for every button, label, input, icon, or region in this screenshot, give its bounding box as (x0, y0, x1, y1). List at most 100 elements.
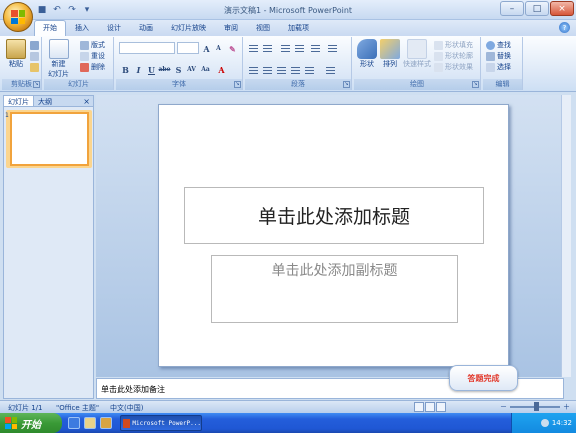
vertical-scrollbar[interactable] (561, 95, 571, 377)
slides-panel: 幻灯片 大纲 × 1 (3, 95, 94, 399)
new-slide-button[interactable]: 新建 幻灯片 (48, 39, 69, 79)
zoom-out-icon[interactable]: － (500, 402, 507, 412)
font-color-button[interactable]: A (216, 64, 227, 75)
strikethrough-button[interactable]: abe (159, 64, 171, 75)
help-icon[interactable]: ? (559, 22, 570, 33)
network-icon[interactable] (540, 419, 549, 427)
decrease-indent-icon[interactable] (280, 43, 291, 53)
tab-animations[interactable]: 动画 (130, 20, 162, 36)
office-button[interactable] (3, 2, 33, 32)
char-spacing-button[interactable]: AV (186, 64, 197, 75)
sorter-view-icon[interactable] (425, 402, 435, 412)
bold-button[interactable]: B (120, 64, 131, 75)
bullets-icon[interactable] (248, 43, 259, 53)
justify-icon[interactable] (290, 65, 301, 75)
window-controls: – □ × (500, 1, 574, 16)
clear-format-icon[interactable]: ✎ (227, 43, 238, 54)
increase-indent-icon[interactable] (294, 43, 305, 53)
font-name-select[interactable] (119, 42, 175, 54)
text-direction-icon[interactable] (327, 43, 338, 53)
select-icon (486, 62, 495, 72)
taskbar: 开始 Microsoft PowerP... 14:32 (0, 413, 576, 433)
tab-view[interactable]: 视图 (247, 20, 279, 36)
shadow-button[interactable]: S (173, 64, 184, 75)
underline-button[interactable]: U (146, 64, 157, 75)
italic-button[interactable]: I (133, 64, 144, 75)
drawing-group: 形状 排列 快速样式 形状填充 形状轮廓 形状效果 绘图 ↘ (354, 37, 481, 90)
answer-complete-badge[interactable]: 答题完成 (449, 365, 518, 391)
customize-icon[interactable]: ▾ (81, 4, 93, 16)
arrange-button[interactable]: 排列 (380, 39, 400, 69)
font-launcher-icon[interactable]: ↘ (234, 81, 241, 88)
zoom-knob[interactable] (534, 402, 539, 411)
paragraph-launcher-icon[interactable]: ↘ (343, 81, 350, 88)
layout-icon (80, 40, 89, 50)
align-left-icon[interactable] (248, 65, 259, 75)
delete-label: 删除 (91, 63, 105, 71)
shrink-font-button[interactable]: A (213, 43, 224, 54)
editing-group-label: 编辑 (483, 79, 522, 90)
layout-label: 版式 (91, 41, 105, 49)
folder-icon[interactable] (100, 417, 112, 429)
align-center-icon[interactable] (262, 65, 273, 75)
ie-icon[interactable] (68, 417, 80, 429)
cut-icon[interactable] (30, 41, 39, 50)
drawing-launcher-icon[interactable]: ↘ (472, 81, 479, 88)
title-placeholder[interactable]: 单击此处添加标题 (184, 187, 484, 244)
panel-close-icon[interactable]: × (83, 97, 90, 106)
tab-review[interactable]: 审阅 (215, 20, 247, 36)
slide-canvas[interactable]: 单击此处添加标题 单击此处添加副标题 (158, 104, 509, 367)
windows-flag-icon (5, 417, 17, 429)
font-group-label: 字体 (116, 79, 242, 90)
grow-font-button[interactable]: A (201, 43, 212, 54)
normal-view-icon[interactable] (414, 402, 424, 412)
tab-outline[interactable]: 大纲 (34, 96, 56, 106)
tab-slideshow[interactable]: 幻灯片放映 (162, 20, 215, 36)
align-text-icon[interactable] (325, 65, 336, 75)
shapes-button[interactable]: 形状 (357, 39, 377, 69)
numbering-icon[interactable] (262, 43, 273, 53)
delete-button[interactable]: 删除 (80, 62, 105, 72)
replace-button[interactable]: 替换 (486, 51, 511, 61)
tab-insert[interactable]: 插入 (66, 20, 98, 36)
tab-slides[interactable]: 幻灯片 (4, 96, 34, 106)
start-button[interactable]: 开始 (0, 413, 62, 433)
reset-button[interactable]: 重设 (80, 51, 105, 61)
zoom-in-icon[interactable]: ＋ (563, 402, 570, 412)
layout-button[interactable]: 版式 (80, 40, 105, 50)
minimize-button[interactable]: – (500, 1, 524, 16)
tab-addins[interactable]: 加载项 (279, 20, 318, 36)
undo-icon[interactable]: ↶ (51, 4, 63, 16)
columns-icon[interactable] (304, 65, 315, 75)
change-case-button[interactable]: Aa (200, 64, 211, 75)
copy-icon[interactable] (30, 52, 39, 61)
save-icon[interactable]: ■ (36, 4, 48, 16)
quick-styles-button[interactable]: 快速样式 (403, 39, 431, 69)
align-right-icon[interactable] (276, 65, 287, 75)
shape-effects-button[interactable]: 形状效果 (434, 62, 473, 72)
line-spacing-icon[interactable] (310, 43, 321, 53)
zoom-slider[interactable] (510, 402, 560, 411)
shape-fill-button[interactable]: 形状填充 (434, 40, 473, 50)
quick-launch (68, 417, 112, 429)
quick-styles-label: 快速样式 (403, 60, 431, 68)
maximize-button[interactable]: □ (525, 1, 549, 16)
find-button[interactable]: 查找 (486, 40, 511, 50)
shape-outline-button[interactable]: 形状轮廓 (434, 51, 473, 61)
taskbar-powerpoint-button[interactable]: Microsoft PowerP... (120, 415, 202, 431)
clipboard-launcher-icon[interactable]: ↘ (33, 81, 40, 88)
font-size-select[interactable] (177, 42, 199, 54)
close-button[interactable]: × (550, 1, 574, 16)
slideshow-view-icon[interactable] (436, 402, 446, 412)
format-painter-icon[interactable] (30, 63, 39, 72)
tab-design[interactable]: 设计 (98, 20, 130, 36)
paste-button[interactable]: 粘贴 (6, 39, 26, 69)
desktop-icon[interactable] (84, 417, 96, 429)
find-label: 查找 (497, 41, 511, 49)
tab-home[interactable]: 开始 (34, 20, 66, 36)
subtitle-placeholder[interactable]: 单击此处添加副标题 (211, 255, 458, 323)
select-button[interactable]: 选择 (486, 62, 511, 72)
slides-group-label: 幻灯片 (44, 79, 113, 90)
redo-icon[interactable]: ↷ (66, 4, 78, 16)
slide-thumbnail[interactable] (10, 112, 89, 166)
